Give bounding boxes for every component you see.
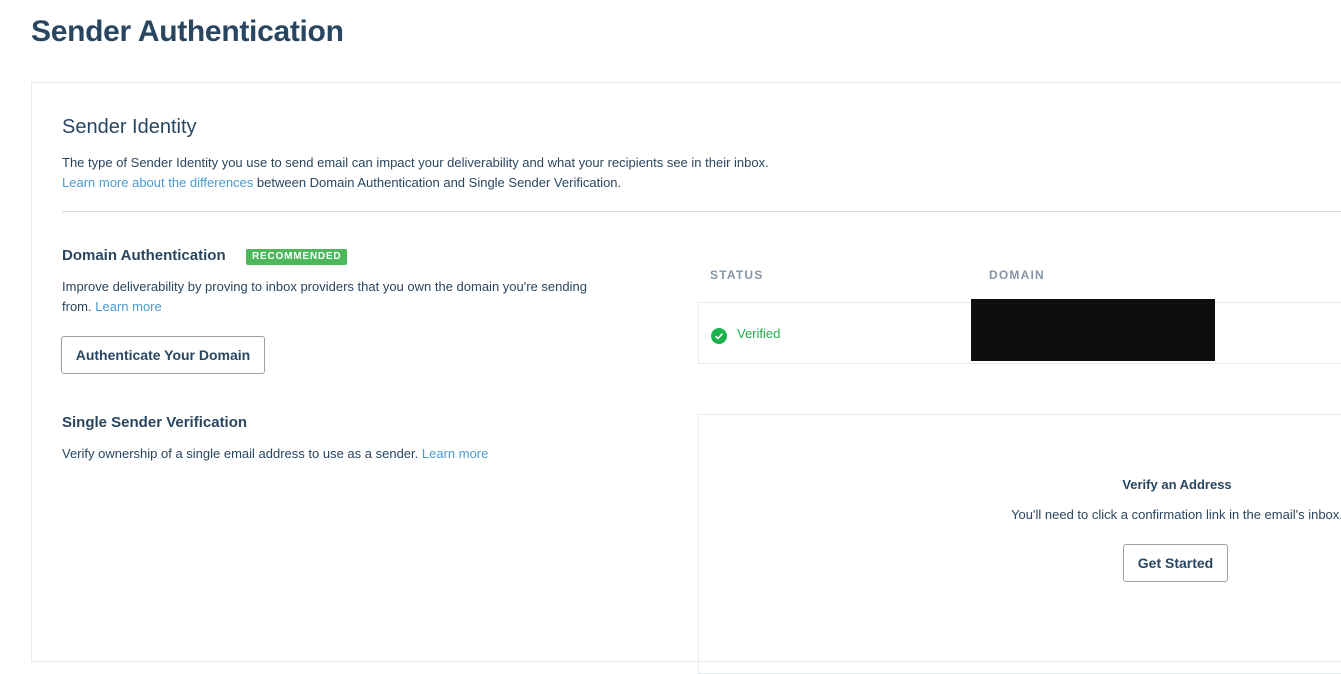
status-verified: Verified bbox=[737, 326, 781, 341]
single-sender-learn-more-link[interactable]: Learn more bbox=[422, 446, 488, 461]
redacted-domain bbox=[971, 299, 1215, 361]
page-title: Sender Authentication bbox=[31, 15, 344, 48]
sender-identity-card: Sender Identity The type of Sender Ident… bbox=[31, 82, 1341, 674]
single-sender-description: Verify ownership of a single email addre… bbox=[62, 444, 488, 464]
authenticate-domain-button[interactable]: Authenticate Your Domain bbox=[61, 336, 265, 374]
domain-auth-learn-more-link[interactable]: Learn more bbox=[95, 299, 161, 314]
verify-address-panel: Verify an Address You'll need to click a… bbox=[698, 414, 1341, 674]
single-sender-title: Single Sender Verification bbox=[62, 414, 248, 431]
sender-identity-description: The type of Sender Identity you use to s… bbox=[62, 153, 769, 193]
domain-column-header: DOMAIN bbox=[989, 268, 1045, 282]
check-circle-icon bbox=[711, 328, 727, 344]
sender-identity-desc-line1: The type of Sender Identity you use to s… bbox=[62, 155, 769, 170]
table-row: Verified bbox=[698, 299, 1341, 364]
recommended-badge: RECOMMENDED bbox=[246, 249, 348, 265]
status-column-header: STATUS bbox=[710, 268, 764, 282]
domain-auth-description: Improve deliverability by proving to inb… bbox=[62, 277, 592, 317]
domain-auth-title: Domain Authentication bbox=[62, 247, 226, 264]
single-sender-desc-text: Verify ownership of a single email addre… bbox=[62, 446, 419, 461]
get-started-button[interactable]: Get Started bbox=[1123, 544, 1228, 582]
sender-identity-title: Sender Identity bbox=[62, 116, 197, 138]
section-divider bbox=[62, 211, 1341, 212]
learn-more-suffix: between Domain Authentication and Single… bbox=[253, 175, 622, 190]
verify-address-title: Verify an Address bbox=[1122, 477, 1232, 492]
learn-more-differences-link[interactable]: Learn more about the differences bbox=[62, 175, 253, 190]
sender-identity-desc-line2: Learn more about the differences between… bbox=[62, 173, 769, 193]
verify-address-text: You'll need to click a confirmation link… bbox=[1011, 507, 1341, 522]
